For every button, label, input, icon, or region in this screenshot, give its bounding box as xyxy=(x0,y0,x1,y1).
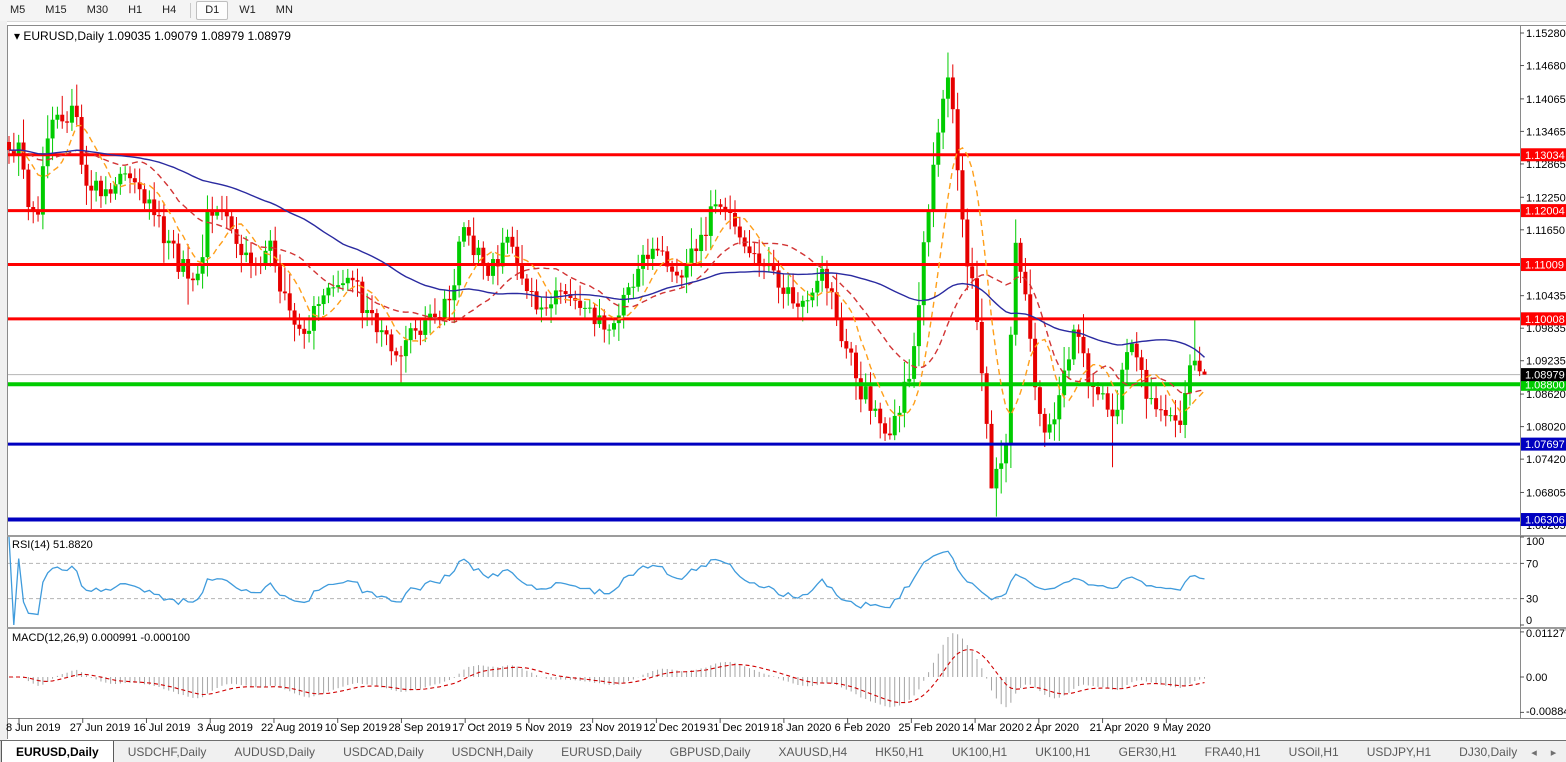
svg-text:22 Aug 2019: 22 Aug 2019 xyxy=(261,722,323,734)
chart-title: ▾ EURUSD,Daily 1.09035 1.09079 1.08979 1… xyxy=(14,29,291,43)
chart-title-ohlc: 1.09035 1.09079 1.08979 1.08979 xyxy=(107,29,291,43)
svg-text:-0.008845: -0.008845 xyxy=(1526,706,1566,718)
svg-text:1.06306: 1.06306 xyxy=(1525,515,1565,527)
svg-text:1.13034: 1.13034 xyxy=(1525,150,1565,162)
svg-text:3 Aug 2019: 3 Aug 2019 xyxy=(197,722,253,734)
svg-text:0.011277: 0.011277 xyxy=(1526,628,1566,640)
svg-text:1.07420: 1.07420 xyxy=(1526,454,1566,466)
price-axis[interactable]: 1.152801.146801.140651.134651.128651.122… xyxy=(1520,28,1566,718)
rsi-indicator-label: RSI(14) 51.8820 xyxy=(12,539,93,551)
chart-tab-usoil-h1[interactable]: USOil,H1 xyxy=(1275,741,1353,762)
svg-text:14 Mar 2020: 14 Mar 2020 xyxy=(962,722,1024,734)
macd-indicator-label: MACD(12,26,9) 0.000991 -0.000100 xyxy=(12,632,190,644)
svg-text:6 Feb 2020: 6 Feb 2020 xyxy=(835,722,891,734)
tabs-scroll-right-icon[interactable]: ▸ xyxy=(1551,746,1557,759)
svg-text:9 May 2020: 9 May 2020 xyxy=(1153,722,1210,734)
svg-text:100: 100 xyxy=(1526,536,1544,548)
svg-text:30: 30 xyxy=(1526,594,1538,606)
chart-tab-dj30-daily[interactable]: DJ30,Daily xyxy=(1445,741,1531,762)
chart-tab-usdchf-daily[interactable]: USDCHF,Daily xyxy=(114,741,221,762)
svg-text:1.07697: 1.07697 xyxy=(1525,439,1565,451)
svg-text:0.00: 0.00 xyxy=(1526,672,1547,684)
rsi-line xyxy=(9,537,1205,625)
chart-tab-fra40-h1[interactable]: FRA40,H1 xyxy=(1191,741,1275,762)
svg-text:1.12004: 1.12004 xyxy=(1525,206,1565,218)
svg-text:1.06805: 1.06805 xyxy=(1526,487,1566,499)
chart-tab-uk100-h1[interactable]: UK100,H1 xyxy=(1021,741,1104,762)
svg-text:27 Jun 2019: 27 Jun 2019 xyxy=(70,722,131,734)
svg-text:31 Dec 2019: 31 Dec 2019 xyxy=(707,722,769,734)
chart-tab-hk50-h1[interactable]: HK50,H1 xyxy=(861,741,938,762)
svg-text:21 Apr 2020: 21 Apr 2020 xyxy=(1090,722,1149,734)
chart-tab-usdjpy-h1[interactable]: USDJPY,H1 xyxy=(1353,741,1445,762)
svg-text:28 Sep 2019: 28 Sep 2019 xyxy=(388,722,450,734)
svg-text:23 Nov 2019: 23 Nov 2019 xyxy=(580,722,642,734)
mt4-terminal: { "toolbar": { "timeframes": ["M5","M15"… xyxy=(0,0,1566,762)
date-axis[interactable]: 8 Jun 2019 27 Jun 201916 Jul 2019 3 Aug 20… xyxy=(6,718,1211,734)
svg-text:16 Jul 2019: 16 Jul 2019 xyxy=(133,722,190,734)
svg-text:17 Oct 2019: 17 Oct 2019 xyxy=(452,722,512,734)
chart-tab-usdcad-daily[interactable]: USDCAD,Daily xyxy=(329,741,438,762)
candles-layer xyxy=(7,53,1206,517)
svg-text:18 Jan 2020: 18 Jan 2020 xyxy=(771,722,832,734)
chart-title-symbol: EURUSD,Daily xyxy=(23,29,104,43)
svg-text:10 Sep 2019: 10 Sep 2019 xyxy=(325,722,387,734)
chart-tab-uk100-h1[interactable]: UK100,H1 xyxy=(938,741,1021,762)
chart-tab-xauusd-h4[interactable]: XAUUSD,H4 xyxy=(764,741,861,762)
macd-histogram xyxy=(9,633,1204,707)
svg-text:25 Feb 2020: 25 Feb 2020 xyxy=(898,722,960,734)
svg-text:1.10435: 1.10435 xyxy=(1526,291,1566,303)
svg-text:8 Jun 2019: 8 Jun 2019 xyxy=(6,722,60,734)
svg-text:1.15280: 1.15280 xyxy=(1526,28,1566,40)
svg-text:1.11650: 1.11650 xyxy=(1526,225,1565,237)
chart-tab-ger30-h1[interactable]: GER30,H1 xyxy=(1105,741,1191,762)
svg-text:1.13465: 1.13465 xyxy=(1526,126,1566,138)
svg-text:0: 0 xyxy=(1526,615,1532,627)
svg-text:1.12250: 1.12250 xyxy=(1526,192,1566,204)
chart-tab-eurusd-daily[interactable]: EURUSD,Daily xyxy=(1,741,114,762)
chart-tab-eurusd-daily[interactable]: EURUSD,Daily xyxy=(547,741,656,762)
chart-tab-usdcnh-daily[interactable]: USDCNH,Daily xyxy=(438,741,547,762)
svg-text:1.08979: 1.08979 xyxy=(1525,370,1565,382)
svg-text:1.08020: 1.08020 xyxy=(1526,422,1566,434)
svg-text:5 Nov 2019: 5 Nov 2019 xyxy=(516,722,572,734)
tabs-scroll-left-icon[interactable]: ◂ xyxy=(1531,746,1537,759)
svg-text:1.14065: 1.14065 xyxy=(1526,94,1566,106)
svg-text:2 Apr 2020: 2 Apr 2020 xyxy=(1026,722,1079,734)
svg-text:70: 70 xyxy=(1526,558,1538,570)
svg-text:1.14680: 1.14680 xyxy=(1526,61,1566,73)
chart-tab-audusd-daily[interactable]: AUDUSD,Daily xyxy=(220,741,329,762)
chart-tab-bar: EURUSD,DailyUSDCHF,DailyAUDUSD,DailyUSDC… xyxy=(0,740,1566,762)
svg-text:1.10008: 1.10008 xyxy=(1525,314,1565,326)
svg-text:1.11009: 1.11009 xyxy=(1525,260,1564,272)
svg-text:12 Dec 2019: 12 Dec 2019 xyxy=(643,722,705,734)
svg-text:1.09235: 1.09235 xyxy=(1526,356,1566,368)
symbol-dropdown-icon[interactable]: ▾ xyxy=(14,29,20,43)
chart-canvas[interactable]: 1.152801.146801.140651.134651.128651.122… xyxy=(0,0,1566,762)
chart-tab-gbpusd-daily[interactable]: GBPUSD,Daily xyxy=(656,741,765,762)
